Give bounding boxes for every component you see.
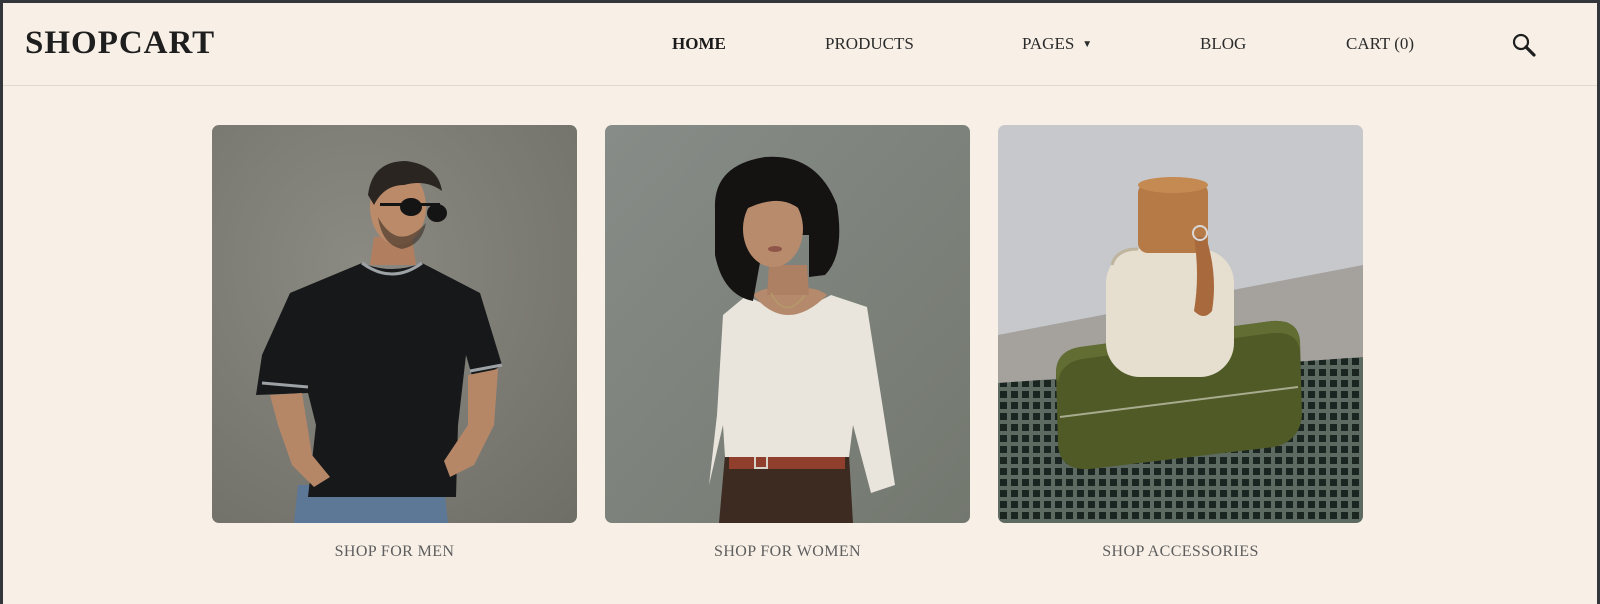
nav-home[interactable]: HOME (672, 34, 726, 54)
category-card-men[interactable]: SHOP FOR MEN (212, 125, 577, 560)
browser-viewport: SHOPCART HOME PRODUCTS PAGES ▼ BLOG CART … (3, 3, 1597, 604)
nav-blog[interactable]: BLOG (1200, 34, 1246, 54)
nav-pages[interactable]: PAGES ▼ (1022, 34, 1092, 55)
men-category-image[interactable] (212, 125, 577, 523)
nav-products[interactable]: PRODUCTS (825, 34, 914, 54)
caret-down-icon: ▼ (1082, 39, 1093, 50)
category-label-accessories[interactable]: SHOP ACCESSORIES (998, 543, 1363, 561)
accessories-category-image[interactable] (998, 125, 1363, 523)
site-logo[interactable]: SHOPCART (25, 23, 215, 63)
category-card-accessories[interactable]: SHOP ACCESSORIES (998, 125, 1363, 560)
category-label-women[interactable]: SHOP FOR WOMEN (605, 543, 970, 561)
nav-pages-label: PAGES (1022, 34, 1075, 53)
site-header: SHOPCART HOME PRODUCTS PAGES ▼ BLOG CART … (3, 3, 1597, 86)
search-icon[interactable] (1510, 31, 1538, 59)
category-card-women[interactable]: SHOP FOR WOMEN (605, 125, 970, 560)
women-category-image[interactable] (605, 125, 970, 523)
category-label-men[interactable]: SHOP FOR MEN (212, 543, 577, 561)
nav-cart[interactable]: CART (0) (1346, 34, 1414, 54)
